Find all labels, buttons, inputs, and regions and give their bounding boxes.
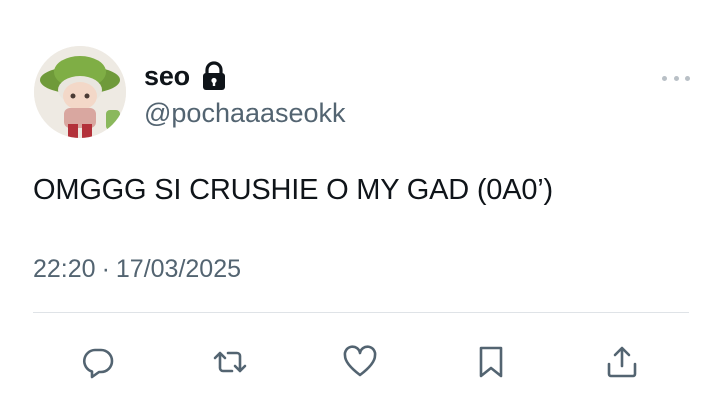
retweet-button[interactable] [208, 340, 252, 384]
tweet-text: OMGGG SI CRUSHIE O MY GAD (0A0’) [33, 174, 553, 206]
action-bar [0, 340, 720, 388]
reply-icon [83, 348, 114, 379]
tweet-timestamp[interactable]: 22:20 · 17/03/2025 [33, 253, 241, 285]
tweet-card: seo @pochaaaseokk OMGGG SI CRUSHIE O MY … [0, 0, 720, 405]
heart-icon [343, 345, 377, 377]
bookmark-icon [479, 346, 503, 378]
reply-button[interactable] [76, 340, 120, 384]
tweet-time: 22:20 [33, 255, 96, 283]
avatar-image [34, 46, 126, 138]
tweet-date: 17/03/2025 [115, 255, 242, 283]
bookmark-button[interactable] [469, 340, 513, 384]
share-icon [607, 346, 637, 378]
avatar[interactable] [34, 46, 126, 138]
handle[interactable]: @pochaaaseokk [144, 97, 346, 129]
display-name[interactable]: seo [144, 60, 190, 92]
share-button[interactable] [600, 340, 644, 384]
retweet-icon [213, 351, 247, 373]
divider [33, 312, 689, 313]
lock-icon [200, 61, 228, 91]
author-name-row: seo [144, 60, 228, 92]
more-icon[interactable] [662, 72, 690, 84]
like-button[interactable] [338, 340, 382, 384]
timestamp-separator: · [101, 255, 110, 283]
